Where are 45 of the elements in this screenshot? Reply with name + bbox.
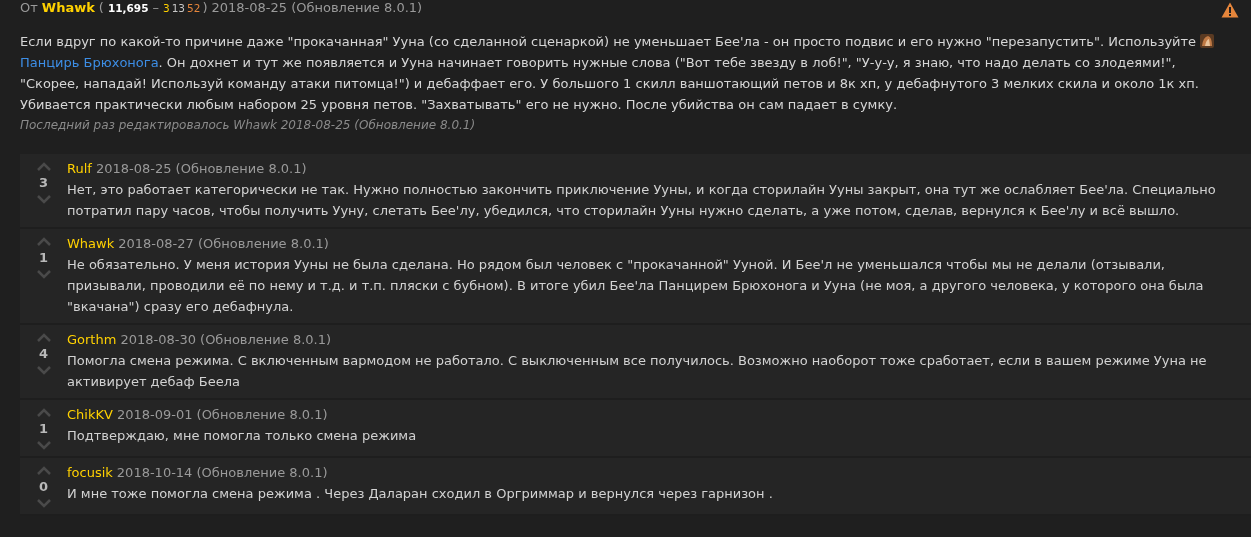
comment-text: И мне тоже помогла смена режима . Через Даларан сходил в Оргриммар и вернулся через гарнизон . <box>67 485 774 503</box>
achievement-count: 52 <box>187 2 201 14</box>
vote-score: 3 <box>38 175 48 191</box>
author-link[interactable]: Rulf <box>67 159 92 179</box>
warning-icon[interactable] <box>1221 2 1239 18</box>
comment-text: Нет, это работает категорически не так. Нужно полностью закончить приключение Ууны, и когда сторилайн Ууны закрыт, она тут же ослабляет Бее'ла. Специально потратил пару часов, чтобы получить Ууну, слетать Бее'лу, убедился, что сторилайн Ууны нужно сделать, а уже потом, сделав, вернулся к Бее'лу и всё вышло. <box>67 181 1217 220</box>
reply-date: 2018-08-25 (Обновление 8.0.1) <box>95 160 307 178</box>
comment-text: Подтверждаю, мне помогла только смена режима <box>67 427 418 445</box>
downvote-icon[interactable] <box>35 194 52 204</box>
upvote-icon[interactable] <box>35 466 52 476</box>
paren: ) <box>202 0 208 15</box>
downvote-icon[interactable] <box>35 440 52 450</box>
downvote-icon[interactable] <box>35 269 52 279</box>
downvote-icon[interactable] <box>35 498 52 508</box>
paren: ( <box>98 0 104 15</box>
author-link[interactable]: Whawk <box>67 234 115 254</box>
edit-note: Последний раз редактировалось Whawk 2018-08-25 (Обновление 8.0.1) <box>20 118 477 132</box>
vote-score: 4 <box>38 346 48 362</box>
item-link[interactable]: Панцирь Брюхонога <box>20 55 159 70</box>
achievement-count: 13 <box>171 2 185 14</box>
vote-score: 0 <box>38 479 48 495</box>
reply-date: 2018-10-14 (Обновление 8.0.1) <box>116 464 328 482</box>
post-body: Если вдруг по какой-то причине даже "прокачанная" Ууна (со сделанной сценаркой) не уменьшает Бее'ла - он просто подвис и его нужно "перезапустить". Используйте Панцирь Брюхонога. Он дохнет и тут же появляется и Ууна начинает говорить нужные слова ("Вот тебе звезду в лоб!", "У-у-у, я знаю, что надо делать со злодеями!", "Скорее, нападай! Используй команду атаки питомца!") и дебаффает его. У большого 1 скилл ваншотающий петов и 8к хп, у дебафнутого 3 мелких скила и около 1к хп. Убивается практически любым набором 25 уровня петов. "Захватывать" его не нужно. После убийства он сам падает в сумку. <box>20 31 1243 115</box>
reply-date: 2018-08-30 (Обновление 8.0.1) <box>120 331 332 349</box>
upvote-icon[interactable] <box>35 408 52 418</box>
downvote-icon[interactable] <box>35 365 52 375</box>
upvote-icon[interactable] <box>35 333 52 343</box>
author-link[interactable]: Gorthm <box>67 330 117 350</box>
author-link[interactable]: Whawk <box>41 0 95 15</box>
reputation: 11,695 <box>107 2 149 14</box>
post-date: 2018-08-25 (Обновление 8.0.1) <box>211 0 423 15</box>
from-label: От <box>20 0 38 15</box>
comment-text: Не обязательно. У меня история Ууны не была сделана. Но рядом был человек с "прокачанной" Ууной. И Бее'л не уменьшался чтобы мы не делали (отзывали, призывали, проводили её по нему и т.д. и т.п. пляски с бубном). В итоге убил Бее'ла Панцирем Брюхонога и Ууна (не моя, а другого человека, у которого она была "вкачана") сразу его дебафнула. <box>67 256 1205 316</box>
reply-date: 2018-08-27 (Обновление 8.0.1) <box>118 235 329 253</box>
comment-text: Помогла смена режима. С включенным вармодом не работало. С выключенным все получилось. Возможно наоборот тоже сработает, если в вашем режиме Ууна не активирует дебаф Беела <box>67 352 1208 391</box>
vote-score: 1 <box>38 250 48 266</box>
upvote-icon[interactable] <box>35 162 52 172</box>
reply-date: 2018-09-01 (Обновление 8.0.1) <box>116 406 328 424</box>
author-link[interactable]: ChikKV <box>67 405 113 425</box>
upvote-icon[interactable] <box>35 237 52 247</box>
item-icon[interactable] <box>1200 34 1215 48</box>
author-link[interactable]: focusik <box>67 463 113 483</box>
vote-score: 1 <box>38 421 48 437</box>
achievement-count: 3 <box>162 2 170 14</box>
dash: – <box>152 0 159 15</box>
